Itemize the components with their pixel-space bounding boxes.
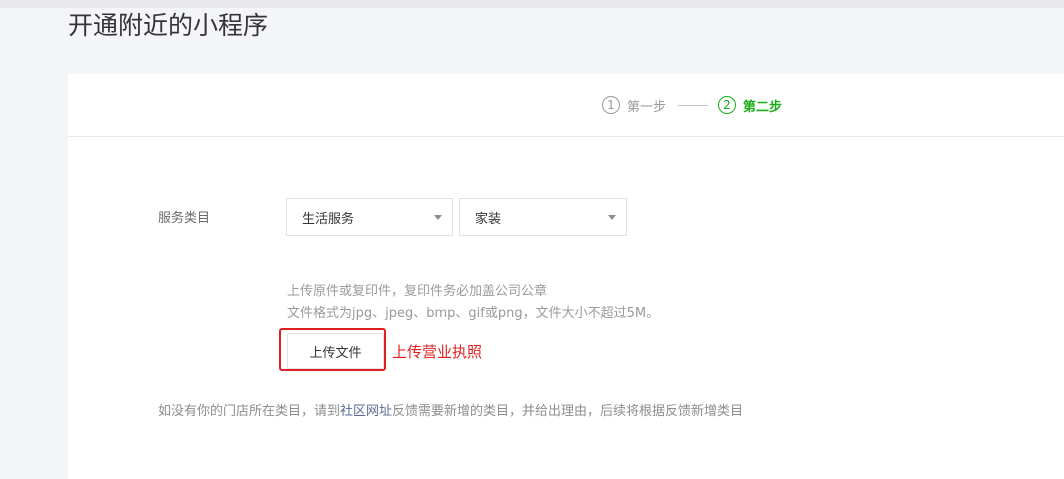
step-1: 1 第一步 <box>602 95 666 115</box>
footer-note-after: 反馈需要新增的类目，并给出理由，后续将根据反馈新增类目 <box>392 404 744 419</box>
step-2-label: 第二步 <box>743 99 783 115</box>
step-2: 2 第二步 <box>718 95 782 115</box>
category-label: 服务类目 <box>158 211 211 226</box>
category-primary-select[interactable]: 生活服务 <box>286 198 453 236</box>
upload-tip-1: 上传原件或复印件，复印件务必加盖公司公章 <box>287 284 548 299</box>
step-connector <box>678 105 708 106</box>
category-secondary-select[interactable]: 家装 <box>459 198 627 236</box>
category-primary-value: 生活服务 <box>302 211 355 227</box>
step-indicator: 1 第一步 2 第二步 <box>68 74 1064 137</box>
chevron-down-icon <box>608 215 616 220</box>
page-title: 开通附近的小程序 <box>68 11 269 40</box>
step-1-label: 第一步 <box>627 99 667 115</box>
category-secondary-value: 家装 <box>475 211 502 227</box>
upload-annotation: 上传营业执照 <box>392 343 483 361</box>
footer-note-before: 如没有你的门店所在类目，请到 <box>158 404 341 419</box>
step-2-number: 2 <box>718 96 736 114</box>
main-card: 1 第一步 2 第二步 服务类目 生活服务 家装 上传原件或复印件，复印件务必加… <box>68 74 1064 479</box>
upload-file-button[interactable]: 上传文件 <box>287 333 384 369</box>
upload-tip-2: 文件格式为jpg、jpeg、bmp、gif或png，文件大小不超过5M。 <box>287 306 660 321</box>
step-1-number: 1 <box>602 96 620 114</box>
chevron-down-icon <box>434 215 442 220</box>
footer-note: 如没有你的门店所在类目，请到社区网址反馈需要新增的类目，并给出理由，后续将根据反… <box>158 400 743 419</box>
community-link[interactable]: 社区网址 <box>340 404 392 419</box>
